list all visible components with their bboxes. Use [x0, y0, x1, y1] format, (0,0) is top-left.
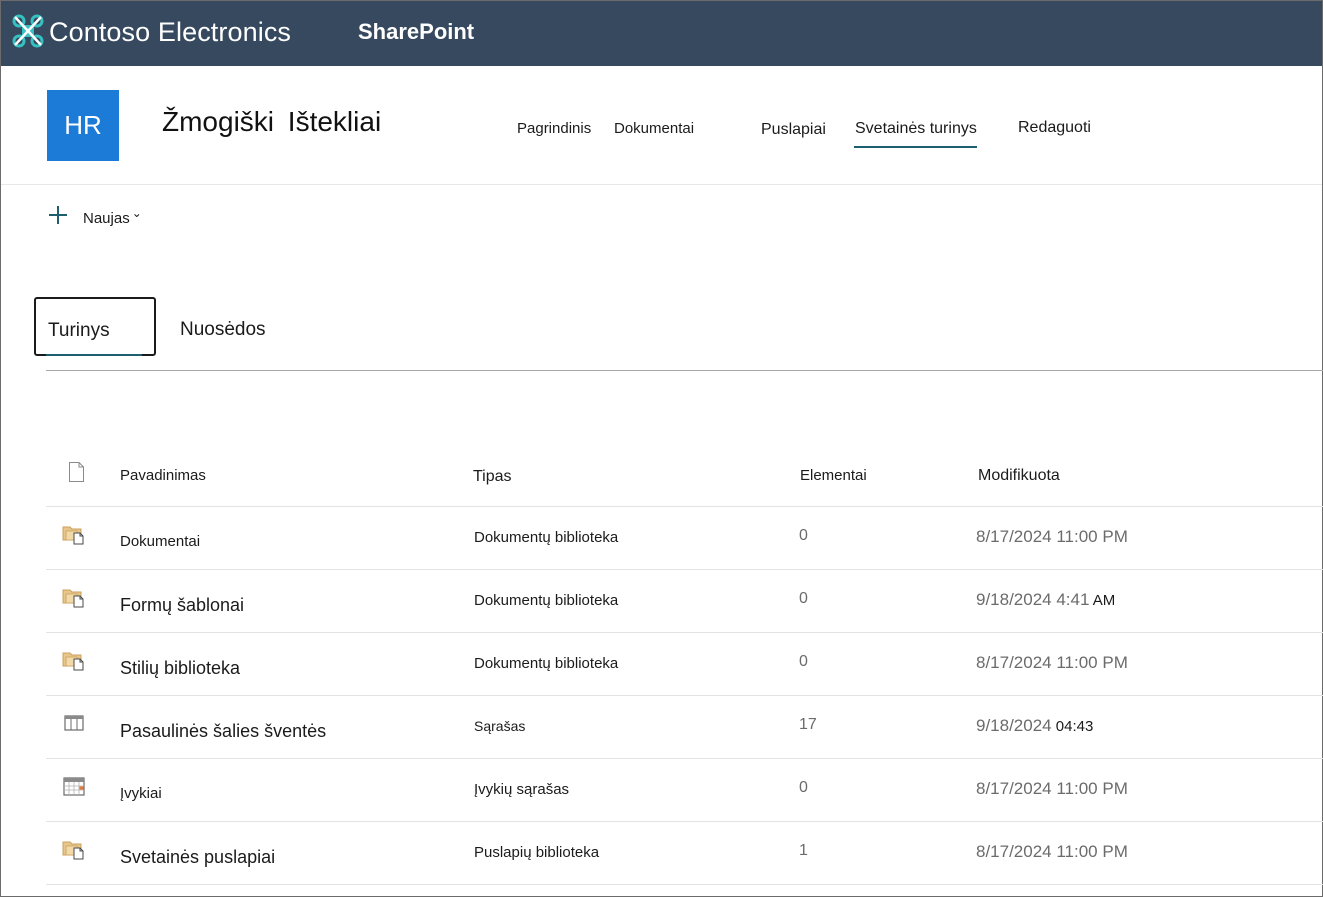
- row-items: 0: [799, 779, 808, 796]
- row-items: 0: [799, 653, 808, 670]
- row-modified: 8/17/2024 11:00 PM: [976, 779, 1128, 798]
- row-type: Puslapių biblioteka: [474, 844, 600, 861]
- new-button-label: Naujas: [83, 210, 130, 227]
- row-items: 1: [799, 842, 808, 859]
- table-row[interactable]: Įvykiai Įvykių sąrašas 0 8/17/2024 11:00…: [46, 759, 1323, 822]
- document-library-icon: [62, 652, 84, 671]
- contoso-logo-icon[interactable]: [11, 13, 45, 49]
- column-header-type[interactable]: Tipas: [473, 468, 512, 486]
- row-type: Įvykių sąrašas: [474, 781, 570, 798]
- row-items: 0: [799, 590, 808, 607]
- table-row[interactable]: Pasaulinės šalies šventės Sąrašas 17 9/1…: [46, 696, 1323, 759]
- row-name-link[interactable]: Svetainės puslapiai: [120, 847, 275, 868]
- column-header-name[interactable]: Pavadinimas: [120, 467, 206, 484]
- row-items: 17: [799, 716, 817, 733]
- calendar-icon: [63, 777, 85, 796]
- plus-icon: [47, 204, 69, 226]
- nav-pages-link[interactable]: Puslapiai: [761, 121, 826, 139]
- tab-subsites[interactable]: Nuosėdos: [180, 319, 266, 341]
- site-logo[interactable]: HR: [47, 90, 119, 161]
- tab-contents[interactable]: Turinys: [34, 297, 156, 356]
- chevron-down-icon: ⌄: [131, 206, 142, 220]
- row-name-link[interactable]: Pasaulinės šalies šventės: [120, 721, 326, 742]
- row-modified: 9/18/2024 4:41 AM: [976, 590, 1116, 609]
- tab-active-indicator: [46, 354, 142, 356]
- column-header-modified[interactable]: Modifikuota: [978, 467, 1060, 485]
- tab-contents-label: Turinys: [48, 320, 110, 341]
- row-type: Dokumentų biblioteka: [474, 529, 619, 546]
- tabs-divider: [46, 370, 1323, 371]
- table-row[interactable]: Stilių biblioteka Dokumentų biblioteka 0…: [46, 633, 1323, 696]
- row-name-link[interactable]: Formų šablonai: [120, 595, 244, 616]
- nav-documents-link[interactable]: Dokumentai: [614, 120, 694, 137]
- site-contents-table: Pavadinimas Tipas Elementai Modifikuota …: [46, 440, 1323, 885]
- row-type: Sąrašas: [474, 718, 526, 734]
- table-row[interactable]: Svetainės puslapiai Puslapių biblioteka …: [46, 822, 1323, 885]
- new-button[interactable]: Naujas ⌄: [47, 203, 142, 227]
- table-row[interactable]: Formų šablonai Dokumentų biblioteka 0 9/…: [46, 570, 1323, 633]
- file-type-header-icon[interactable]: [68, 461, 85, 483]
- site-header: HR Žmogiški Ištekliai Pagrindinis Dokume…: [1, 66, 1322, 185]
- nav-site-contents-link[interactable]: Svetainės turinys: [855, 120, 977, 138]
- nav-active-indicator: [854, 146, 977, 148]
- suite-bar: Contoso Electronics SharePoint: [1, 1, 1322, 66]
- row-modified: 8/17/2024 11:00 PM: [976, 653, 1128, 672]
- document-library-icon: [62, 526, 84, 545]
- column-header-items[interactable]: Elementai: [800, 467, 867, 484]
- row-type: Dokumentų biblioteka: [474, 592, 619, 609]
- row-name-link[interactable]: Dokumentai: [120, 533, 200, 550]
- site-title[interactable]: Žmogiški Ištekliai: [162, 106, 381, 138]
- nav-edit-link[interactable]: Redaguoti: [1018, 119, 1091, 137]
- document-library-icon: [62, 841, 84, 860]
- list-icon: [64, 715, 84, 731]
- row-name-link[interactable]: Įvykiai: [120, 785, 162, 802]
- row-name-link[interactable]: Stilių biblioteka: [120, 658, 240, 679]
- row-modified: 9/18/2024 04:43: [976, 716, 1094, 735]
- row-type: Dokumentų biblioteka: [474, 655, 619, 672]
- table-header: Pavadinimas Tipas Elementai Modifikuota: [46, 440, 1323, 507]
- row-items: 0: [799, 527, 808, 544]
- document-library-icon: [62, 589, 84, 608]
- table-row[interactable]: Dokumentai Dokumentų biblioteka 0 8/17/2…: [46, 507, 1323, 570]
- brand-name[interactable]: Contoso Electronics: [49, 17, 291, 48]
- nav-home-link[interactable]: Pagrindinis: [517, 120, 591, 137]
- row-modified: 8/17/2024 11:00 PM: [976, 842, 1128, 861]
- row-modified: 8/17/2024 11:00 PM: [976, 527, 1128, 546]
- app-name[interactable]: SharePoint: [358, 19, 474, 45]
